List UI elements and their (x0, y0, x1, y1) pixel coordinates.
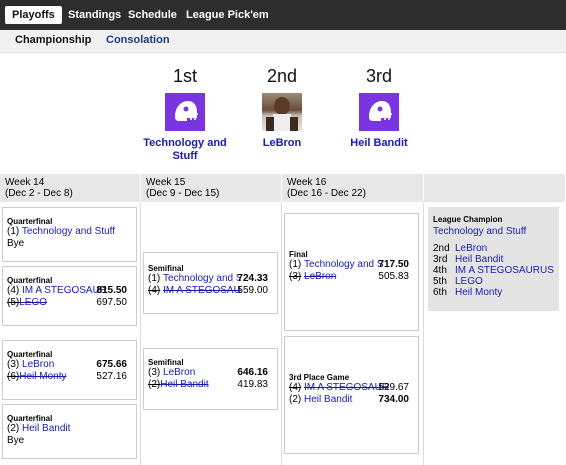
team-link[interactable]: IM A STEGOSAUR (22, 285, 107, 296)
team-link[interactable]: LeBron (304, 271, 336, 282)
column-divider (423, 202, 424, 465)
team-link[interactable]: Heil Bandit (160, 379, 208, 390)
team-link[interactable]: Heil Bandit (455, 254, 503, 265)
podium-team-name[interactable]: Heil Bandit (324, 137, 434, 150)
column-divider (281, 202, 282, 465)
subtab-championship[interactable]: Championship (15, 34, 91, 46)
matchup-quarterfinal-1[interactable]: Quarterfinal (1) Technology and Stuff By… (2, 207, 137, 262)
team-link[interactable]: LeBron (455, 243, 487, 254)
podium-third: 3rd Heil Bandit (324, 66, 434, 150)
week-header (424, 174, 566, 202)
place-label: 1st (172, 66, 197, 86)
matchup-quarterfinal-2[interactable]: Quarterfinal (4) IM A STEGOSAUR 815.50 (5… (2, 266, 137, 326)
standing-row: 6th Heil Monty (433, 287, 503, 298)
standing-row: 5th LEGO (433, 276, 483, 287)
standing-row: 4th IM A STEGOSAURUS (433, 265, 554, 276)
week-header: Week 16 (Dec 16 - Dec 22) (282, 174, 424, 202)
podium-team-name[interactable]: LeBron (227, 137, 337, 150)
top-nav: Playoffs Standings Schedule League Pick'… (0, 0, 566, 30)
matchup-third-place[interactable]: 3rd Place Game (4) IM A STEGOSAUR 529.67 … (284, 336, 419, 454)
tab-playoffs[interactable]: Playoffs (5, 6, 62, 24)
week-header: Week 14 (Dec 2 - Dec 8) (0, 174, 141, 202)
tab-standings[interactable]: Standings (68, 6, 121, 24)
champion-title: League Champion (433, 215, 503, 224)
podium-second: 2nd LeBron (227, 66, 337, 150)
matchup-semifinal-2[interactable]: Semifinal (3) LeBron 646.16 (2)Heil Bandi… (143, 348, 278, 410)
standing-row: 3rd Heil Bandit (433, 254, 504, 265)
sub-nav: Championship Consolation (0, 30, 566, 53)
matchup-quarterfinal-3[interactable]: Quarterfinal (3) LeBron 675.66 (6)Heil Mo… (2, 340, 137, 400)
team-link[interactable]: Heil Monty (19, 371, 66, 382)
team-link[interactable]: IM A STEGOSAURUS (455, 265, 554, 276)
team-link[interactable]: Technology and Stu (163, 273, 241, 284)
tab-league-pickem[interactable]: League Pick'em (186, 6, 269, 24)
league-champion-panel: League Champion Technology and Stuff 2nd… (428, 207, 559, 311)
place-label: 3rd (365, 66, 392, 86)
tab-schedule[interactable]: Schedule (128, 6, 177, 24)
team-link[interactable]: IM A STEGOSAUR (304, 382, 389, 393)
place-label: 2nd (266, 66, 298, 86)
team-link[interactable]: LEGO (19, 297, 47, 308)
team-link[interactable]: Heil Bandit (304, 394, 352, 405)
team-link[interactable]: LeBron (22, 359, 54, 370)
matchup-quarterfinal-4[interactable]: Quarterfinal (2) Heil Bandit Bye (2, 404, 137, 459)
helmet-icon (359, 93, 399, 131)
team-link[interactable]: Technology and Stu (304, 259, 384, 270)
user-photo (262, 93, 302, 131)
podium-team-name[interactable]: Technology and Stuff (130, 137, 240, 163)
matchup-final[interactable]: Final (1) Technology and Stu 717.50 (3) L… (284, 213, 419, 331)
helmet-icon (165, 93, 205, 131)
team-link[interactable]: Heil Bandit (22, 423, 70, 434)
team-link[interactable]: LEGO (455, 276, 483, 287)
podium-first: 1st Technology and Stuff (130, 66, 240, 163)
matchup-semifinal-1[interactable]: Semifinal (1) Technology and Stu724.33 (… (143, 252, 278, 314)
team-link[interactable]: Heil Monty (455, 287, 502, 298)
team-link[interactable]: Technology and Stuff (22, 226, 115, 237)
week-header: Week 15 (Dec 9 - Dec 15) (141, 174, 282, 202)
champion-team-link[interactable]: Technology and Stuff (433, 226, 554, 237)
team-link[interactable]: IM A STEGOSAUR (163, 285, 241, 296)
subtab-consolation[interactable]: Consolation (106, 34, 170, 46)
team-link[interactable]: LeBron (163, 367, 195, 378)
column-divider (140, 202, 141, 465)
standing-row: 2nd LeBron (433, 243, 488, 254)
